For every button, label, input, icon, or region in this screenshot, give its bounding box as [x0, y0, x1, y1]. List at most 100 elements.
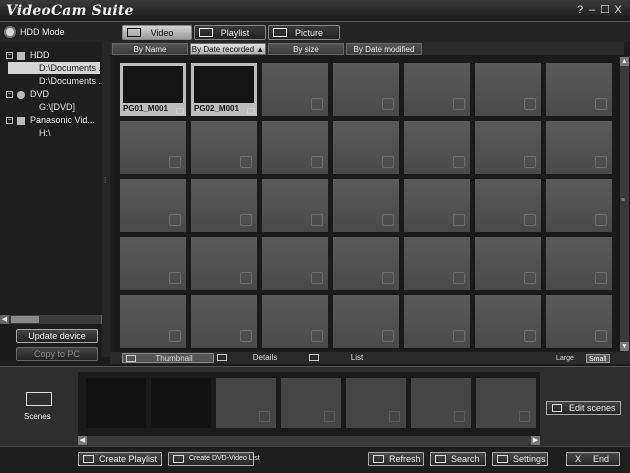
scene-horizontal-scrollbar[interactable]: ◀ ▶: [78, 436, 540, 445]
settings-icon: [497, 455, 508, 463]
placeholder-icon: [595, 156, 607, 168]
scene-thumbnail[interactable]: [86, 378, 146, 428]
tab-playlist[interactable]: Playlist: [194, 25, 266, 40]
scroll-right-icon[interactable]: ▶: [531, 436, 540, 445]
view-details-tab[interactable]: Details: [214, 353, 304, 363]
size-large-button[interactable]: Large: [556, 354, 574, 363]
collapse-icon[interactable]: −: [6, 52, 13, 60]
hdd-mode-label: HDD Mode: [20, 27, 65, 37]
empty-thumbnail-slot: [475, 63, 541, 116]
scroll-thumb[interactable]: [11, 316, 39, 323]
copy-to-pc-label: Copy to PC: [33, 349, 81, 359]
placeholder-icon: [453, 272, 465, 284]
placeholder-icon: [389, 411, 400, 422]
scroll-down-icon[interactable]: ▼: [620, 342, 629, 351]
empty-thumbnail-slot: [120, 295, 186, 348]
panel-splitter[interactable]: ⁞: [102, 42, 110, 357]
edit-scenes-icon: [552, 404, 562, 412]
tree-item-h-drive[interactable]: H:\: [39, 127, 51, 139]
collapse-icon[interactable]: −: [6, 91, 13, 99]
tree-item-label: DVD: [30, 89, 50, 99]
grid-vertical-scrollbar[interactable]: ▲ ≡ ▼: [620, 57, 629, 351]
placeholder-icon: [595, 272, 607, 284]
edit-scenes-button[interactable]: Edit scenes: [546, 401, 621, 415]
video-clip-icon: [247, 108, 255, 114]
tree-horizontal-scrollbar[interactable]: ◀ ▶: [0, 315, 110, 324]
placeholder-icon: [453, 156, 465, 168]
tree-item-hdd[interactable]: − HDD: [6, 49, 50, 61]
clip-name: PG01_M001: [123, 104, 168, 113]
tree-item-label: G:\[DVD]: [39, 102, 76, 112]
placeholder-icon: [453, 214, 465, 226]
placeholder-icon: [595, 98, 607, 110]
tree-item-label: H:\: [39, 128, 51, 138]
sort-by-date-modified[interactable]: By Date modified: [346, 43, 422, 55]
copy-to-pc-button[interactable]: Copy to PC: [16, 347, 98, 361]
empty-thumbnail-slot: [404, 179, 470, 232]
view-tab-label: Details: [252, 353, 278, 362]
clip-thumbnail[interactable]: PG01_M001: [120, 63, 186, 116]
minimize-button[interactable]: –: [586, 4, 598, 16]
view-list-tab[interactable]: List: [306, 353, 396, 363]
scroll-left-icon[interactable]: ◀: [78, 436, 87, 445]
empty-thumbnail-slot: [191, 295, 257, 348]
placeholder-icon: [382, 156, 394, 168]
tree-item-dvd-drive[interactable]: G:\[DVD]: [39, 101, 75, 113]
tree-item-label: D:\Documents ...: [39, 76, 107, 86]
thumbnail-grid[interactable]: PG01_M001 PG02_M001: [114, 57, 620, 351]
tree-item-panasonic[interactable]: − Panasonic Vid...: [6, 114, 95, 126]
placeholder-icon: [382, 98, 394, 110]
clip-name: PG02_M001: [194, 104, 239, 113]
sort-by-date-recorded[interactable]: By Date recorded ▲: [190, 43, 266, 55]
scene-strip[interactable]: [78, 372, 540, 436]
tree-item-documents-1[interactable]: D:\Documents ...: [8, 62, 106, 74]
placeholder-icon: [240, 272, 252, 284]
tree-item-label: HDD: [30, 50, 50, 60]
settings-button[interactable]: Settings: [492, 452, 548, 466]
empty-thumbnail-slot: [546, 295, 612, 348]
clip-thumbnail[interactable]: PG02_M001: [191, 63, 257, 116]
empty-thumbnail-slot: [546, 63, 612, 116]
empty-thumbnail-slot: [475, 179, 541, 232]
empty-thumbnail-slot: [262, 237, 328, 290]
sort-by-size[interactable]: By size: [268, 43, 344, 55]
scenes-icon: [26, 392, 52, 406]
update-device-button[interactable]: Update device: [16, 329, 98, 343]
tree-item-documents-2[interactable]: D:\Documents ...: [39, 75, 106, 87]
placeholder-icon: [169, 214, 181, 226]
create-dvd-video-list-button[interactable]: Create DVD-Video List: [168, 452, 260, 466]
collapse-icon[interactable]: −: [6, 117, 13, 125]
empty-thumbnail-slot: [475, 237, 541, 290]
empty-thumbnail-slot: [262, 295, 328, 348]
placeholder-icon: [169, 156, 181, 168]
close-icon: X: [575, 454, 582, 464]
tree-item-dvd[interactable]: − DVD: [6, 88, 49, 100]
placeholder-icon: [311, 330, 323, 342]
refresh-icon: [373, 455, 384, 463]
view-mode-bar: Thumbnail Details List: [110, 352, 630, 364]
maximize-button[interactable]: ☐: [599, 4, 611, 16]
refresh-button[interactable]: Refresh: [368, 452, 424, 466]
tab-video[interactable]: Video: [122, 25, 192, 40]
search-button[interactable]: Search: [430, 452, 486, 466]
placeholder-icon: [595, 330, 607, 342]
empty-thumbnail-slot: [120, 237, 186, 290]
scroll-up-icon[interactable]: ▲: [620, 57, 629, 66]
placeholder-icon: [240, 214, 252, 226]
close-button[interactable]: X: [612, 4, 624, 16]
end-button[interactable]: X End: [566, 452, 620, 466]
view-thumbnail-tab[interactable]: Thumbnail: [122, 353, 214, 363]
scene-thumbnail[interactable]: [151, 378, 211, 428]
help-button[interactable]: ?: [574, 4, 586, 16]
tab-picture-label: Picture: [294, 28, 323, 38]
empty-scene-slot: [216, 378, 276, 428]
scroll-left-icon[interactable]: ◀: [0, 315, 9, 324]
empty-thumbnail-slot: [404, 295, 470, 348]
placeholder-icon: [519, 411, 530, 422]
sort-by-name[interactable]: By Name: [112, 43, 188, 55]
create-playlist-button[interactable]: Create Playlist: [78, 452, 162, 466]
placeholder-icon: [524, 156, 536, 168]
update-device-label: Update device: [28, 331, 86, 341]
tab-picture[interactable]: Picture: [268, 25, 340, 40]
size-small-button[interactable]: Small: [586, 354, 610, 363]
